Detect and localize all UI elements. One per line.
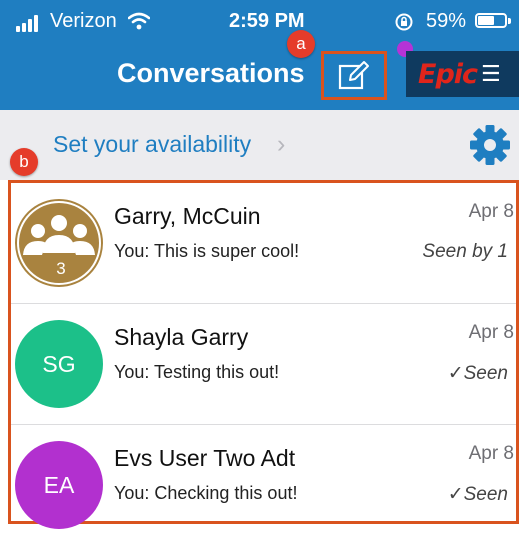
conversation-item[interactable]: 3 Garry, McCuin Apr 8 You: This is super…: [11, 183, 516, 304]
avatar: EA: [15, 441, 103, 529]
gear-icon[interactable]: [468, 123, 512, 167]
set-availability-link[interactable]: Set your availability: [53, 131, 251, 158]
availability-bar: Set your availability ›: [0, 110, 519, 180]
conversation-name: Shayla Garry: [114, 324, 249, 350]
status-bar: Verizon 2:59 PM 59%: [0, 0, 519, 44]
conversation-item[interactable]: EA Evs User Two Adt Apr 8 You: Checking …: [11, 425, 516, 546]
conversation-item[interactable]: SG Shayla Garry Apr 8 You: Testing this …: [11, 304, 516, 425]
clock: 2:59 PM: [229, 10, 305, 32]
callout-b: b: [10, 148, 38, 176]
conversation-name: Evs User Two Adt: [114, 445, 296, 471]
avatar: SG: [15, 320, 103, 408]
compose-icon: [338, 60, 369, 89]
carrier-name: Verizon: [50, 10, 117, 32]
group-member-count: 3: [56, 259, 66, 278]
page-title: Conversations: [117, 58, 305, 88]
conversation-list: 3 Garry, McCuin Apr 8 You: This is super…: [8, 180, 519, 529]
conversation-date: Apr 8: [468, 322, 514, 343]
signal-strength-icon: [16, 14, 42, 32]
callout-a: a: [287, 30, 315, 58]
conversation-date: Apr 8: [468, 443, 514, 464]
message-preview: You: Testing this out!: [114, 362, 280, 382]
battery-percentage: 59%: [426, 10, 467, 32]
message-preview: You: Checking this out!: [114, 483, 298, 503]
epic-logo: Epic: [418, 58, 478, 90]
app-header: Verizon 2:59 PM 59% Conversations Epic ☰: [0, 0, 519, 110]
read-status: ✓Seen: [447, 363, 508, 384]
read-status: ✓Seen: [447, 484, 508, 505]
battery-icon: [475, 13, 511, 28]
new-message-button[interactable]: [321, 51, 387, 100]
menu-icon: ☰: [481, 61, 501, 86]
conversation-name: Garry, McCuin: [114, 203, 261, 229]
message-preview: You: This is super cool!: [114, 241, 300, 261]
rotation-lock-icon: [395, 13, 413, 31]
chevron-right-icon: ›: [277, 130, 286, 158]
read-status: Seen by 1: [422, 241, 508, 262]
wifi-icon: [128, 12, 150, 30]
conversation-date: Apr 8: [468, 201, 514, 222]
group-avatar: 3: [15, 199, 103, 287]
epic-menu-button[interactable]: Epic ☰: [406, 51, 519, 97]
